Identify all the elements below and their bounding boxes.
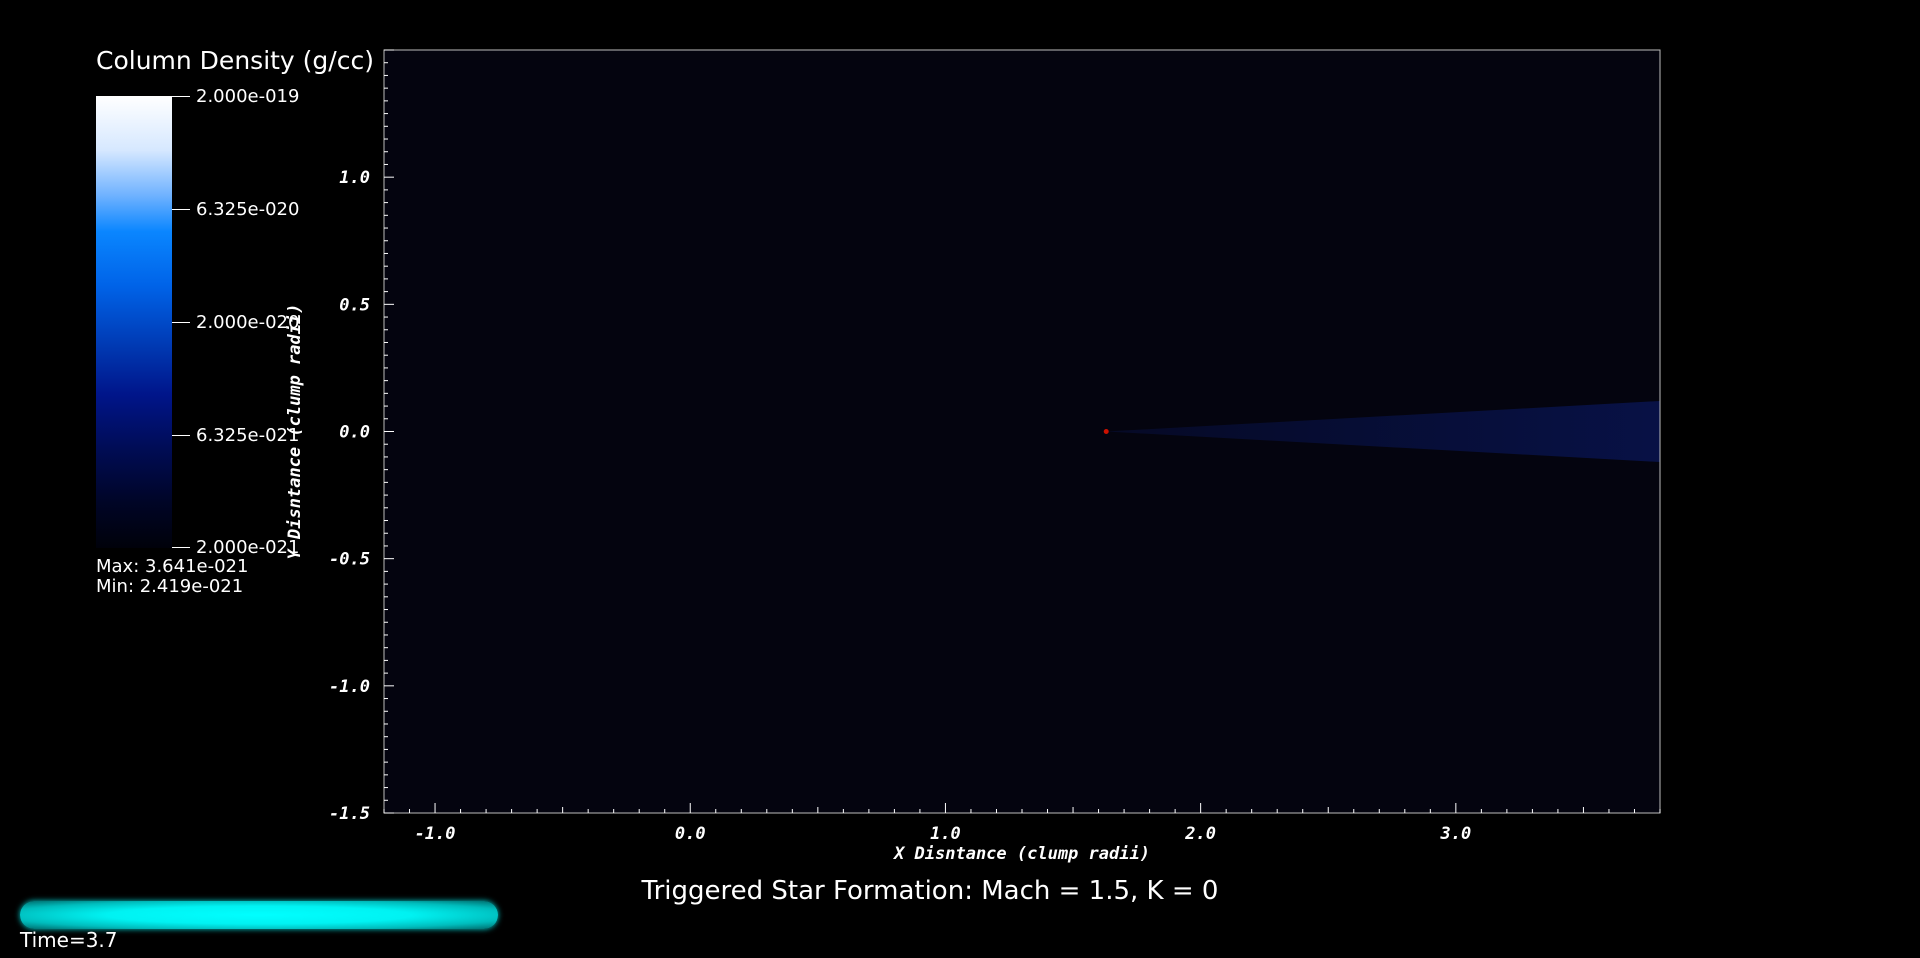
y-tick-label: 0.5 — [339, 295, 370, 315]
y-axis-label: Y Disntance (clump radii) — [285, 304, 305, 560]
x-tick-label: 2.0 — [1184, 824, 1216, 844]
x-axis-label: X Disntance (clump radii) — [892, 844, 1150, 864]
x-tick-label: 3.0 — [1439, 824, 1471, 844]
time-label: Time=3.7 — [20, 928, 118, 952]
time-progress-bar — [20, 901, 498, 929]
plot: -1.0 0.0 1.0 2.0 3.0 1.0 0.5 0.0 -0.5 -1.0 -1.5 X … — [285, 49, 1661, 864]
y-tick-label: 1.0 — [339, 168, 370, 188]
y-tick-label: -0.5 — [329, 550, 370, 570]
x-tick-label: -1.0 — [415, 824, 456, 844]
y-tick-label: -1.5 — [329, 804, 370, 824]
y-tick-label: -1.0 — [329, 677, 370, 697]
x-tick-label: 1.0 — [930, 824, 961, 844]
clump-marker — [1103, 429, 1109, 434]
x-tick-label: 0.0 — [675, 824, 706, 844]
y-tick-label: 0.0 — [339, 423, 370, 443]
